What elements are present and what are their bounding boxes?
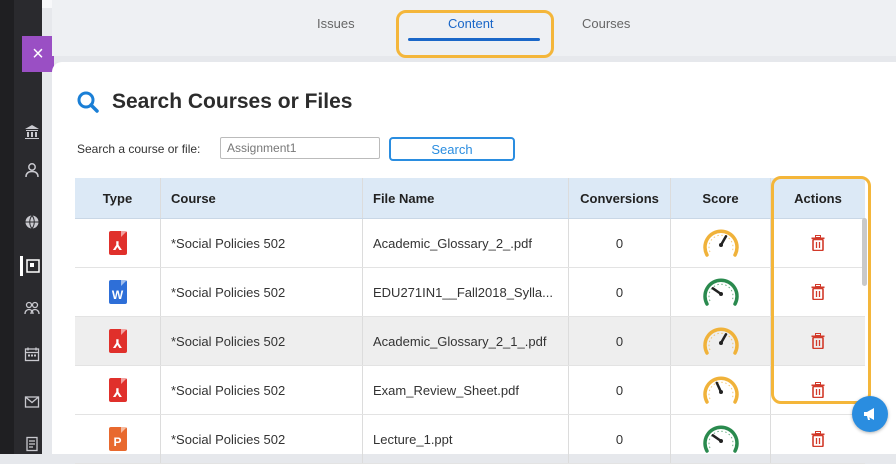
user-icon[interactable]: [22, 160, 42, 180]
grades-icon[interactable]: [22, 434, 42, 454]
file-name-cell: Lecture_1.ppt: [363, 415, 569, 463]
table-row[interactable]: P *Social Policies 502 Lecture_1.ppt 0: [75, 415, 865, 464]
globe-icon[interactable]: [22, 212, 42, 232]
score-gauge-icon[interactable]: [701, 372, 741, 408]
course-cell: *Social Policies 502: [161, 366, 363, 414]
type-cell: ⅄: [75, 219, 161, 267]
score-gauge-icon[interactable]: [701, 323, 741, 359]
score-cell: [671, 415, 771, 463]
course-cell: *Social Policies 502: [161, 268, 363, 316]
score-gauge-icon[interactable]: [701, 421, 741, 457]
search-input[interactable]: [220, 137, 380, 159]
messages-icon[interactable]: [22, 392, 42, 412]
column-header-type[interactable]: Type: [75, 178, 161, 218]
calendar-icon[interactable]: [22, 344, 42, 364]
megaphone-icon: [864, 408, 874, 420]
pdf-file-icon: ⅄: [108, 378, 127, 402]
type-cell: W: [75, 268, 161, 316]
course-cell: *Social Policies 502: [161, 317, 363, 365]
files-table: Type Course File Name Conversions Score …: [75, 178, 865, 464]
score-gauge-icon[interactable]: [701, 274, 741, 310]
courses-icon[interactable]: [20, 256, 43, 276]
search-button[interactable]: Search: [389, 137, 515, 161]
conversions-cell: 0: [569, 219, 671, 267]
tab-issues[interactable]: Issues: [317, 16, 355, 31]
actions-cell: [771, 415, 865, 463]
page-title: Search Courses or Files: [76, 90, 352, 114]
tab-courses[interactable]: Courses: [582, 16, 630, 31]
page-title-text: Search Courses or Files: [112, 90, 353, 113]
left-nav-edge: [0, 0, 14, 454]
actions-column-highlight: [771, 176, 871, 404]
pdf-file-icon: ⅄: [108, 231, 127, 255]
groups-icon[interactable]: [22, 298, 42, 318]
score-gauge-icon[interactable]: [701, 225, 741, 261]
score-cell: [671, 366, 771, 414]
delete-icon[interactable]: [811, 431, 825, 447]
content-tab-highlight: [396, 10, 554, 58]
ppt-file-icon: P: [108, 427, 127, 451]
feedback-button[interactable]: [852, 396, 888, 432]
pdf-file-icon: ⅄: [108, 329, 127, 353]
column-header-file-name[interactable]: File Name: [363, 178, 569, 218]
conversions-cell: 0: [569, 415, 671, 463]
file-name-cell: EDU271IN1__Fall2018_Sylla...: [363, 268, 569, 316]
conversions-cell: 0: [569, 366, 671, 414]
table-row[interactable]: W *Social Policies 502 EDU271IN1__Fall20…: [75, 268, 865, 317]
course-cell: *Social Policies 502: [161, 219, 363, 267]
word-file-icon: W: [108, 280, 127, 304]
search-icon: [77, 91, 99, 113]
conversions-cell: 0: [569, 268, 671, 316]
file-name-cell: Academic_Glossary_2_1_.pdf: [363, 317, 569, 365]
close-panel-button[interactable]: ×: [22, 36, 54, 72]
type-cell: ⅄: [75, 366, 161, 414]
search-label: Search a course or file:: [77, 142, 201, 156]
score-cell: [671, 317, 771, 365]
column-header-course[interactable]: Course: [161, 178, 363, 218]
table-header: Type Course File Name Conversions Score …: [75, 178, 865, 219]
type-cell: P: [75, 415, 161, 463]
course-cell: *Social Policies 502: [161, 415, 363, 463]
close-icon: ×: [32, 42, 44, 65]
column-header-score[interactable]: Score: [671, 178, 771, 218]
table-scrollbar[interactable]: [862, 218, 867, 286]
table-row[interactable]: ⅄ *Social Policies 502 Exam_Review_Sheet…: [75, 366, 865, 415]
file-name-cell: Academic_Glossary_2_.pdf: [363, 219, 569, 267]
institution-icon[interactable]: [22, 122, 42, 142]
conversions-cell: 0: [569, 317, 671, 365]
file-name-cell: Exam_Review_Sheet.pdf: [363, 366, 569, 414]
type-cell: ⅄: [75, 317, 161, 365]
column-header-conversions[interactable]: Conversions: [569, 178, 671, 218]
table-row[interactable]: ⅄ *Social Policies 502 Academic_Glossary…: [75, 317, 865, 366]
score-cell: [671, 268, 771, 316]
table-row[interactable]: ⅄ *Social Policies 502 Academic_Glossary…: [75, 219, 865, 268]
score-cell: [671, 219, 771, 267]
